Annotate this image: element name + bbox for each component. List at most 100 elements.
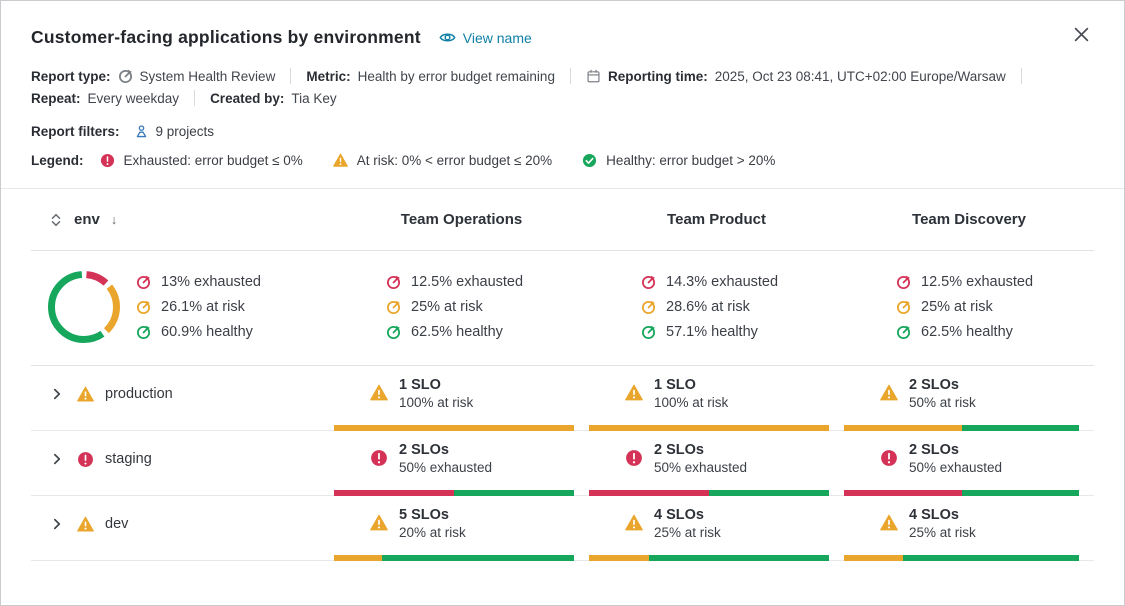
slo-count: 2 SLOs [399, 441, 492, 459]
divider [570, 68, 571, 84]
stat-healthy: 62.5% healthy [386, 324, 589, 340]
gauge-icon [136, 300, 151, 315]
stat-at-risk: 26.1% at risk [136, 299, 261, 315]
stat-exhausted: 12.5% exhausted [386, 274, 589, 290]
stat-text: 57.1% healthy [666, 324, 758, 340]
cell-status-icon [880, 384, 898, 402]
stat-at-risk: 25% at risk [386, 299, 589, 315]
gauge-icon [136, 325, 151, 340]
stat-at-risk: 28.6% at risk [641, 299, 844, 315]
cell-staging-team-product: 2 SLOs 50% exhausted [589, 431, 844, 495]
slo-subtitle: 50% at risk [909, 394, 976, 411]
legend-item-healthy: Healthy: error budget > 20% [582, 153, 775, 168]
status-bar [589, 555, 829, 561]
repeat-label: Repeat: [31, 91, 81, 106]
reporting-time-label: Reporting time: [608, 69, 708, 84]
stat-healthy: 57.1% healthy [641, 324, 844, 340]
slo-count: 2 SLOs [909, 376, 976, 394]
slo-subtitle: 50% exhausted [399, 459, 492, 476]
gauge-icon [641, 325, 656, 340]
legend-item-exhausted: Exhausted: error budget ≤ 0% [100, 153, 303, 168]
summary-team-operations: 12.5% exhausted 25% at risk 62.5% health… [334, 274, 589, 340]
stat-healthy: 60.9% healthy [136, 324, 261, 340]
gauge-icon [386, 300, 401, 315]
cell-status-icon [370, 384, 388, 402]
calendar-icon [586, 69, 601, 84]
stat-text: 25% at risk [921, 299, 993, 315]
slo-count: 2 SLOs [909, 441, 1002, 459]
healthy-status-icon [582, 153, 606, 168]
projects-icon [134, 124, 149, 139]
legend-item-text: Exhausted: error budget ≤ 0% [124, 153, 303, 168]
slo-count: 4 SLOs [909, 506, 976, 524]
slo-subtitle: 20% at risk [399, 524, 466, 541]
meta-row-1: Report type: System Health Review Metric… [31, 65, 1094, 87]
table-row-staging: staging 2 SLOs 50% exhausted 2 SLOs 50% … [31, 431, 1094, 496]
expand-chevron-icon[interactable] [50, 516, 66, 532]
stat-text: 26.1% at risk [161, 299, 245, 315]
report-type-label: Report type: [31, 69, 111, 84]
env-cell-production[interactable]: production [31, 366, 334, 430]
stat-healthy: 62.5% healthy [896, 324, 1094, 340]
stat-text: 12.5% exhausted [411, 274, 523, 290]
metric-label: Metric: [306, 69, 350, 84]
expand-chevron-icon[interactable] [50, 451, 66, 467]
cell-staging-team-discovery: 2 SLOs 50% exhausted [844, 431, 1094, 495]
gauge-icon [896, 300, 911, 315]
status-bar [844, 555, 1079, 561]
view-name-link[interactable]: View name [439, 29, 532, 46]
slo-count: 1 SLO [399, 376, 473, 394]
env-status-icon [77, 451, 94, 468]
slo-subtitle: 50% exhausted [654, 459, 747, 476]
summary-env-cell: 13% exhausted 26.1% at risk 60.9% health… [31, 268, 334, 346]
sort-icon[interactable] [48, 212, 64, 228]
divider [1021, 68, 1022, 84]
report-filters: Report filters: 9 projects [31, 124, 1094, 139]
cell-status-icon [625, 384, 643, 402]
cell-staging-team-operations: 2 SLOs 50% exhausted [334, 431, 589, 495]
column-header-env[interactable]: env ↓ [31, 211, 334, 228]
cell-dev-team-discovery: 4 SLOs 25% at risk [844, 496, 1094, 560]
report-meta: Report type: System Health Review Metric… [31, 65, 1094, 109]
reporting-time-value: 2025, Oct 23 08:41, UTC+02:00 Europe/War… [715, 69, 1006, 84]
close-icon[interactable] [1074, 25, 1092, 43]
health-donut-chart [45, 268, 123, 346]
env-status-icon [77, 516, 94, 533]
cell-status-icon [625, 514, 643, 532]
column-header-team-discovery: Team Discovery [844, 211, 1094, 228]
page-title: Customer-facing applications by environm… [31, 27, 421, 48]
stat-text: 60.9% healthy [161, 324, 253, 340]
stat-exhausted: 13% exhausted [136, 274, 261, 290]
gauge-icon [641, 300, 656, 315]
cell-status-icon [880, 514, 898, 532]
eye-icon [439, 29, 456, 46]
cell-production-team-operations: 1 SLO 100% at risk [334, 366, 589, 430]
table-row-production: production 1 SLO 100% at risk 1 SLO 100%… [31, 366, 1094, 431]
cell-status-icon [370, 449, 388, 467]
env-cell-staging[interactable]: staging [31, 431, 334, 495]
slo-count: 4 SLOs [654, 506, 721, 524]
legend: Legend: Exhausted: error budget ≤ 0% At … [31, 153, 1094, 168]
summary-row: 13% exhausted 26.1% at risk 60.9% health… [31, 251, 1094, 366]
cell-production-team-discovery: 2 SLOs 50% at risk [844, 366, 1094, 430]
gauge-icon [386, 275, 401, 290]
report-filters-label: Report filters: [31, 124, 120, 139]
gauge-icon [641, 275, 656, 290]
repeat-value: Every weekday [88, 91, 180, 106]
stat-at-risk: 25% at risk [896, 299, 1094, 315]
slo-subtitle: 100% at risk [654, 394, 728, 411]
expand-chevron-icon[interactable] [50, 386, 66, 402]
projects-count: 9 projects [156, 124, 215, 139]
env-cell-dev[interactable]: dev [31, 496, 334, 560]
gauge-icon [136, 275, 151, 290]
slo-subtitle: 25% at risk [654, 524, 721, 541]
legend-label: Legend: [31, 153, 84, 168]
cell-dev-team-operations: 5 SLOs 20% at risk [334, 496, 589, 560]
stat-exhausted: 14.3% exhausted [641, 274, 844, 290]
slo-count: 1 SLO [654, 376, 728, 394]
stat-text: 14.3% exhausted [666, 274, 778, 290]
gauge-icon [386, 325, 401, 340]
stat-text: 28.6% at risk [666, 299, 750, 315]
created-by-value: Tia Key [291, 91, 336, 106]
gauge-icon [896, 325, 911, 340]
